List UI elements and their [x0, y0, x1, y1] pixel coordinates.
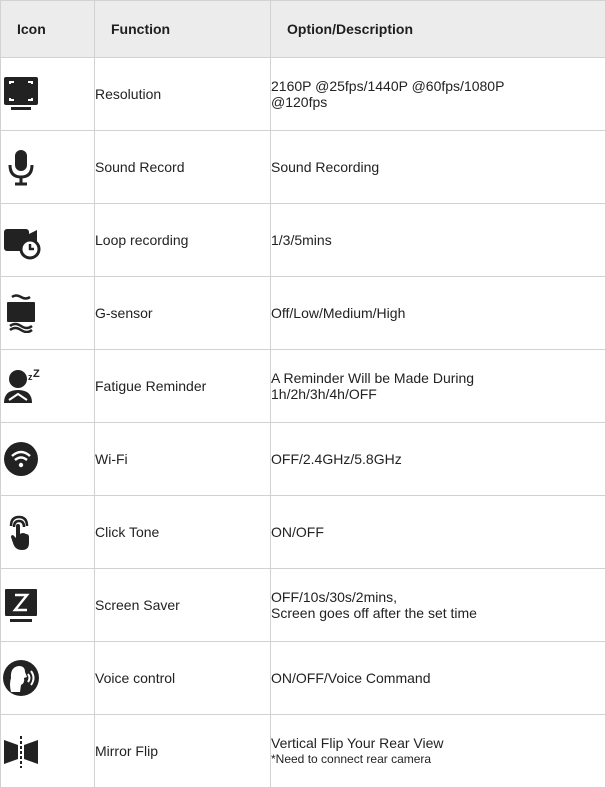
- icon-cell: z Z: [0, 349, 95, 423]
- screen-saver-z-icon: [1, 585, 41, 625]
- function-label: G-sensor: [94, 276, 271, 350]
- function-label: Voice control: [94, 641, 271, 715]
- table-row: z Z Fatigue Reminder A Reminder Will be …: [0, 349, 606, 423]
- mirror-flip-icon: [1, 731, 41, 771]
- icon-cell: [0, 641, 95, 715]
- table-row: Loop recording 1/3/5mins: [0, 203, 606, 277]
- header-description: Option/Description: [270, 0, 606, 58]
- fatigue-sleeping-driver-icon: z Z: [1, 366, 41, 406]
- icon-cell: [0, 495, 95, 569]
- description: Off/Low/Medium/High: [270, 276, 606, 350]
- table-row: Click Tone ON/OFF: [0, 495, 606, 569]
- description: OFF/10s/30s/2mins, Screen goes off after…: [270, 568, 606, 642]
- description: ON/OFF: [270, 495, 606, 569]
- feature-table: Icon Function Option/Description Resolut…: [0, 0, 606, 788]
- table-row: G-sensor Off/Low/Medium/High: [0, 276, 606, 350]
- icon-cell: [0, 130, 95, 204]
- resolution-frame-icon: [1, 74, 41, 114]
- description: ON/OFF/Voice Command: [270, 641, 606, 715]
- description: Sound Recording: [270, 130, 606, 204]
- description: 2160P @25fps/1440P @60fps/1080P @120fps: [270, 57, 606, 131]
- header-icon: Icon: [0, 0, 95, 58]
- table-row: Sound Record Sound Recording: [0, 130, 606, 204]
- header-function: Function: [94, 0, 271, 58]
- table-row: Wi-Fi OFF/2.4GHz/5.8GHz: [0, 422, 606, 496]
- icon-cell: [0, 276, 95, 350]
- icon-cell: [0, 57, 95, 131]
- voice-control-head-icon: [1, 658, 41, 698]
- description: 1/3/5mins: [270, 203, 606, 277]
- icon-cell: [0, 568, 95, 642]
- function-label: Loop recording: [94, 203, 271, 277]
- microphone-icon: [1, 147, 41, 187]
- icon-cell: [0, 203, 95, 277]
- touch-tap-icon: [1, 512, 41, 552]
- function-label: Screen Saver: [94, 568, 271, 642]
- rear-camera-note: *Need to connect rear camera: [271, 752, 432, 766]
- function-label: Wi-Fi: [94, 422, 271, 496]
- table-header-row: Icon Function Option/Description: [0, 0, 606, 58]
- function-label: Fatigue Reminder: [94, 349, 271, 423]
- g-sensor-vibration-icon: [1, 293, 41, 333]
- table-row: Voice control ON/OFF/Voice Command: [0, 641, 606, 715]
- table-row: Resolution 2160P @25fps/1440P @60fps/108…: [0, 57, 606, 131]
- table-row: Screen Saver OFF/10s/30s/2mins, Screen g…: [0, 568, 606, 642]
- function-label: Resolution: [94, 57, 271, 131]
- description: OFF/2.4GHz/5.8GHz: [270, 422, 606, 496]
- loop-recording-camera-clock-icon: [1, 220, 41, 260]
- function-label: Click Tone: [94, 495, 271, 569]
- svg-text:Z: Z: [33, 368, 40, 380]
- icon-cell: [0, 422, 95, 496]
- description: A Reminder Will be Made During 1h/2h/3h/…: [270, 349, 606, 423]
- function-label: Sound Record: [94, 130, 271, 204]
- wifi-icon: [1, 439, 41, 479]
